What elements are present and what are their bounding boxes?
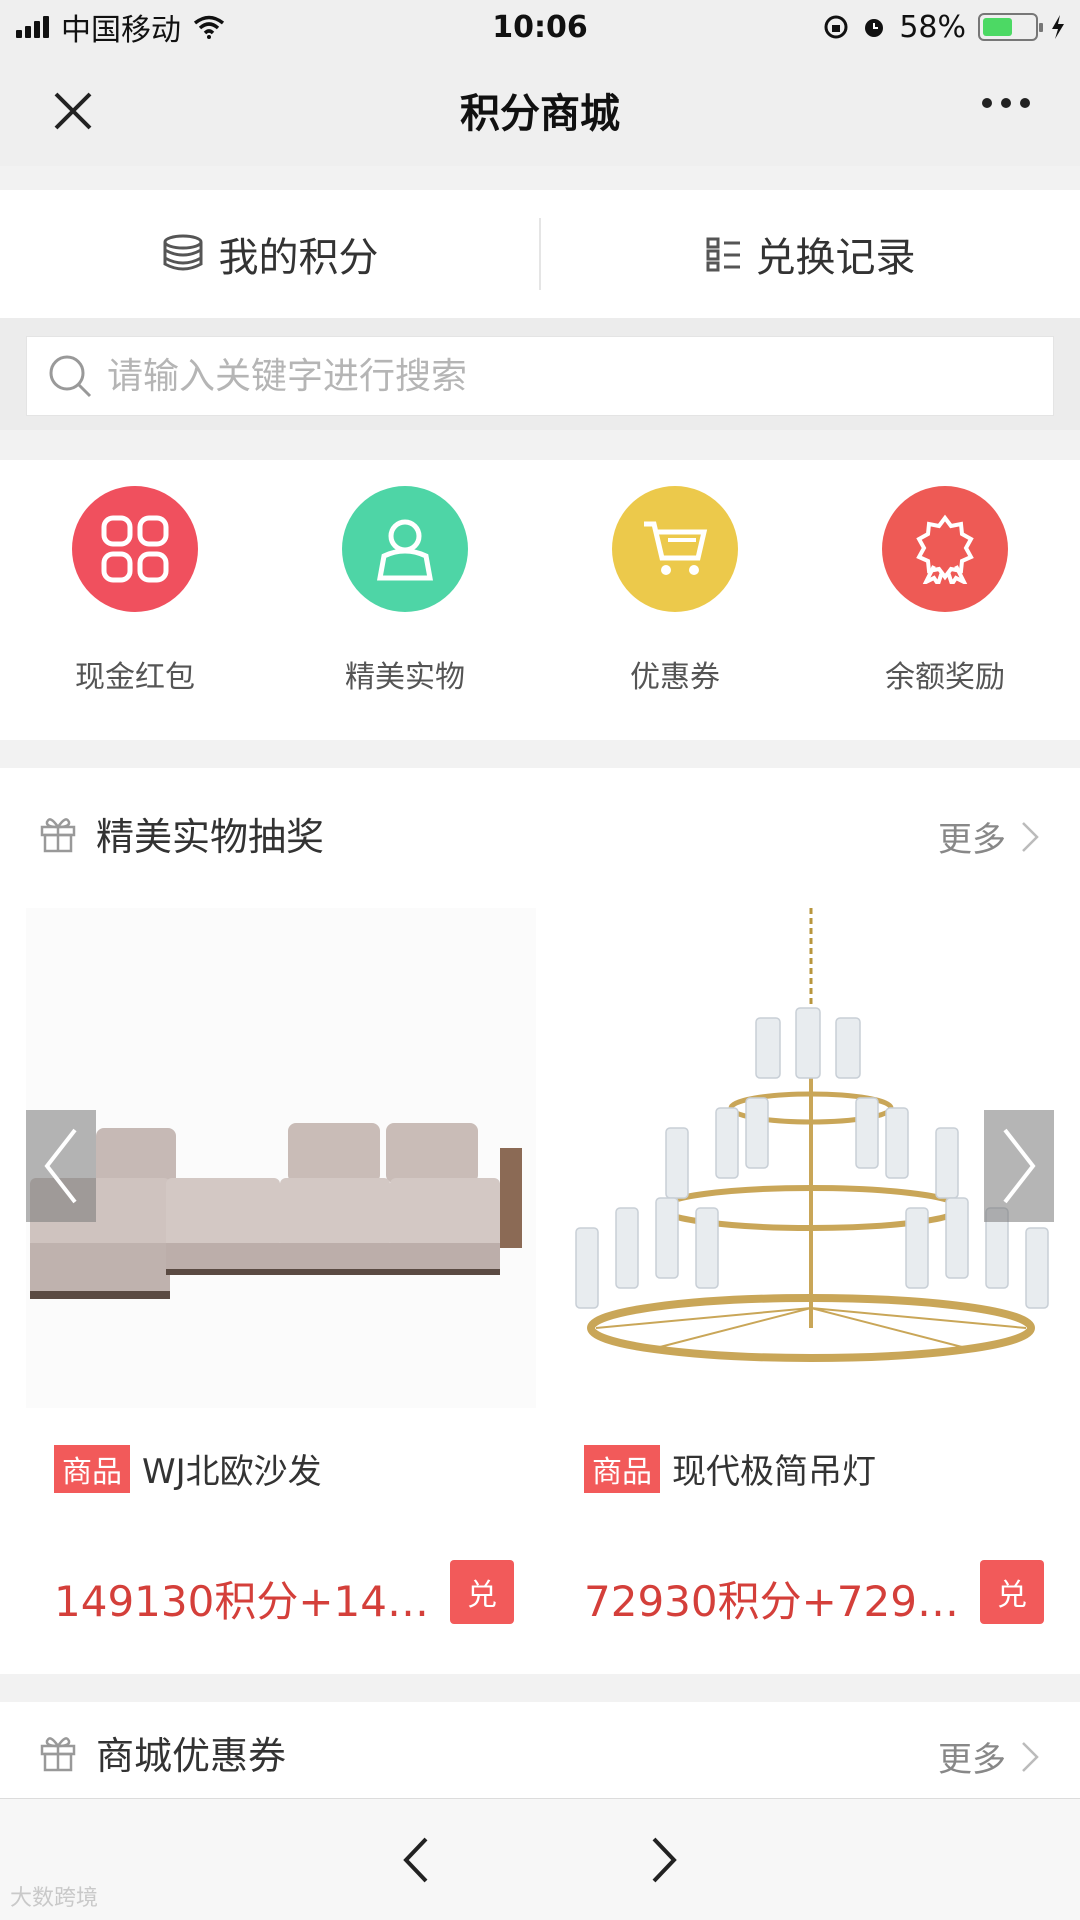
product-name-row: 商品 WJ北欧沙发 [54,1444,322,1493]
category-label: 精美实物 [345,660,465,695]
battery-level [983,18,1012,36]
cart-icon [644,521,708,575]
lottery-section: 精美实物抽奖 更多 商品 WJ北欧沙发 149130积分+14… 兑 商品 现代… [0,768,1080,1674]
product-name: WJ北欧沙发 [142,1452,322,1492]
search-icon [49,355,92,398]
product-card[interactable]: 商品 WJ北欧沙发 149130积分+14… 兑 [26,908,536,1648]
points-row: 我的积分 兑换记录 [0,190,1080,318]
exchange-button[interactable]: 兑 [450,1560,514,1624]
more-link[interactable]: 更多 [938,1732,1040,1781]
gift-icon [40,818,76,853]
product-name: 现代极简吊灯 [672,1452,876,1492]
nav-bar: 积分商城 [0,54,1080,166]
category-balance-reward[interactable]: 余额奖励 [810,460,1080,740]
more-dots-icon[interactable] [982,98,1030,108]
search-input[interactable] [107,355,1007,397]
status-right: 58% [823,10,1066,45]
more-label: 更多 [938,820,1006,860]
search-area [0,318,1080,430]
search-box[interactable] [26,336,1054,416]
forward-arrow-icon[interactable] [650,1835,680,1885]
my-points-label: 我的积分 [218,235,379,281]
battery-percent: 58% [899,9,966,45]
product-price: 149130积分+14… [54,1577,429,1626]
section-header: 商城优惠券 更多 [0,1702,1080,1802]
page-title: 积分商城 [460,91,620,137]
section-header: 精美实物抽奖 更多 [0,768,1080,898]
category-icon-bg [882,486,1008,612]
more-link[interactable]: 更多 [938,812,1040,861]
category-row: 现金红包 精美实物 优惠券 余额奖励 [0,460,1080,740]
category-label: 现金红包 [75,660,195,695]
chevron-right-icon [1022,821,1039,852]
watermark: 大数跨境 [10,1886,99,1911]
category-label: 优惠券 [630,660,720,695]
category-icon-bg [342,486,468,612]
carrier-label: 中国移动 [61,13,181,48]
product-image-sofa[interactable] [26,908,536,1408]
section-title: 商城优惠券 [96,1733,287,1778]
battery-icon [978,13,1043,41]
product-carousel: 商品 WJ北欧沙发 149130积分+14… 兑 商品 现代极简吊灯 72930… [0,908,1080,1658]
category-coupons[interactable]: 优惠券 [540,460,810,740]
product-card[interactable]: 商品 现代极简吊灯 72930积分+729… 兑 [556,908,1066,1648]
product-tag: 商品 [54,1444,130,1493]
gift-icon [40,1737,76,1772]
status-left: 中国移动 [16,5,225,49]
category-cash-red-packet[interactable]: 现金红包 [0,460,270,740]
browser-toolbar: 大数跨境 [0,1798,1080,1920]
signal-icon [16,16,49,38]
grid-icon [101,515,169,583]
my-points-button[interactable]: 我的积分 [0,225,539,283]
status-bar: 中国移动 10:06 58% [0,0,1080,54]
exchange-button[interactable]: 兑 [980,1560,1044,1624]
person-icon [377,519,433,581]
category-fine-goods[interactable]: 精美实物 [270,460,540,740]
records-label: 兑换记录 [755,235,916,281]
chevron-right-icon [1003,1128,1036,1204]
sofa-image [26,908,536,1408]
back-arrow-icon[interactable] [400,1835,430,1885]
category-label: 余额奖励 [885,660,1005,695]
alarm-icon [865,19,884,37]
list-icon [706,237,740,272]
category-icon-bg [72,486,198,612]
charging-icon [1052,15,1064,39]
carousel-prev-button[interactable] [26,1110,96,1222]
section-title: 精美实物抽奖 [96,814,325,859]
wifi-icon [193,15,225,39]
category-icon-bg [612,486,738,612]
chevron-left-icon [44,1128,77,1204]
rotation-lock-icon [824,15,848,39]
more-label: 更多 [938,1740,1006,1780]
records-button[interactable]: 兑换记录 [541,225,1080,283]
award-icon [916,514,974,584]
close-icon[interactable] [50,88,96,134]
coins-icon [163,234,202,271]
product-price: 72930积分+729… [584,1577,959,1626]
carousel-next-button[interactable] [984,1110,1054,1222]
chevron-right-icon [1022,1741,1039,1772]
product-name-row: 商品 现代极简吊灯 [584,1444,876,1493]
product-tag: 商品 [584,1444,660,1493]
